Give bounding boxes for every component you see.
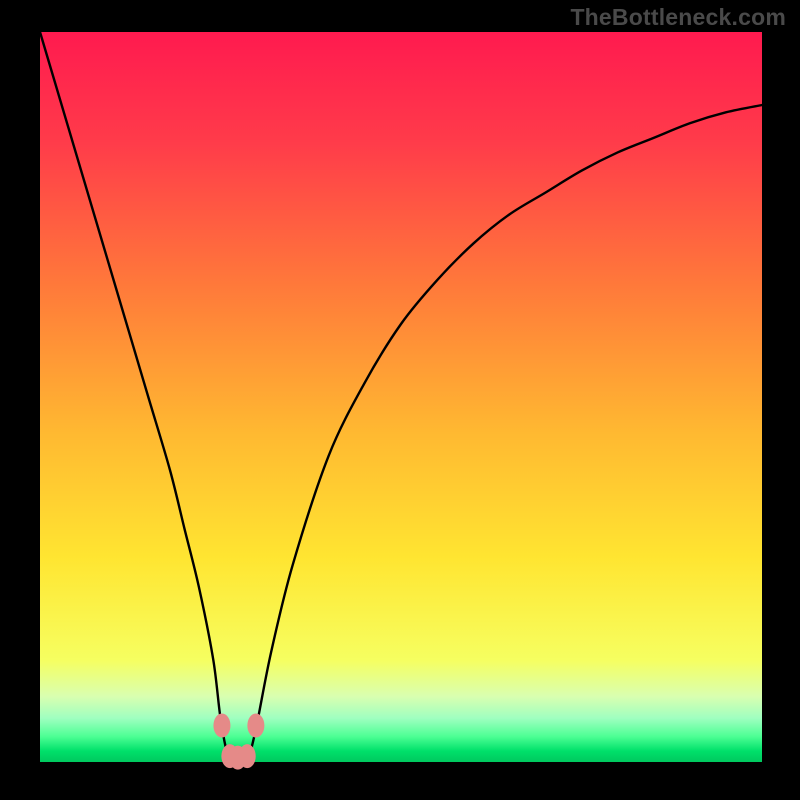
curve-marker xyxy=(239,744,256,768)
watermark-text: TheBottleneck.com xyxy=(570,4,786,31)
bottleneck-chart xyxy=(0,0,800,800)
curve-marker xyxy=(247,714,264,738)
chart-stage: TheBottleneck.com xyxy=(0,0,800,800)
curve-marker xyxy=(213,714,230,738)
